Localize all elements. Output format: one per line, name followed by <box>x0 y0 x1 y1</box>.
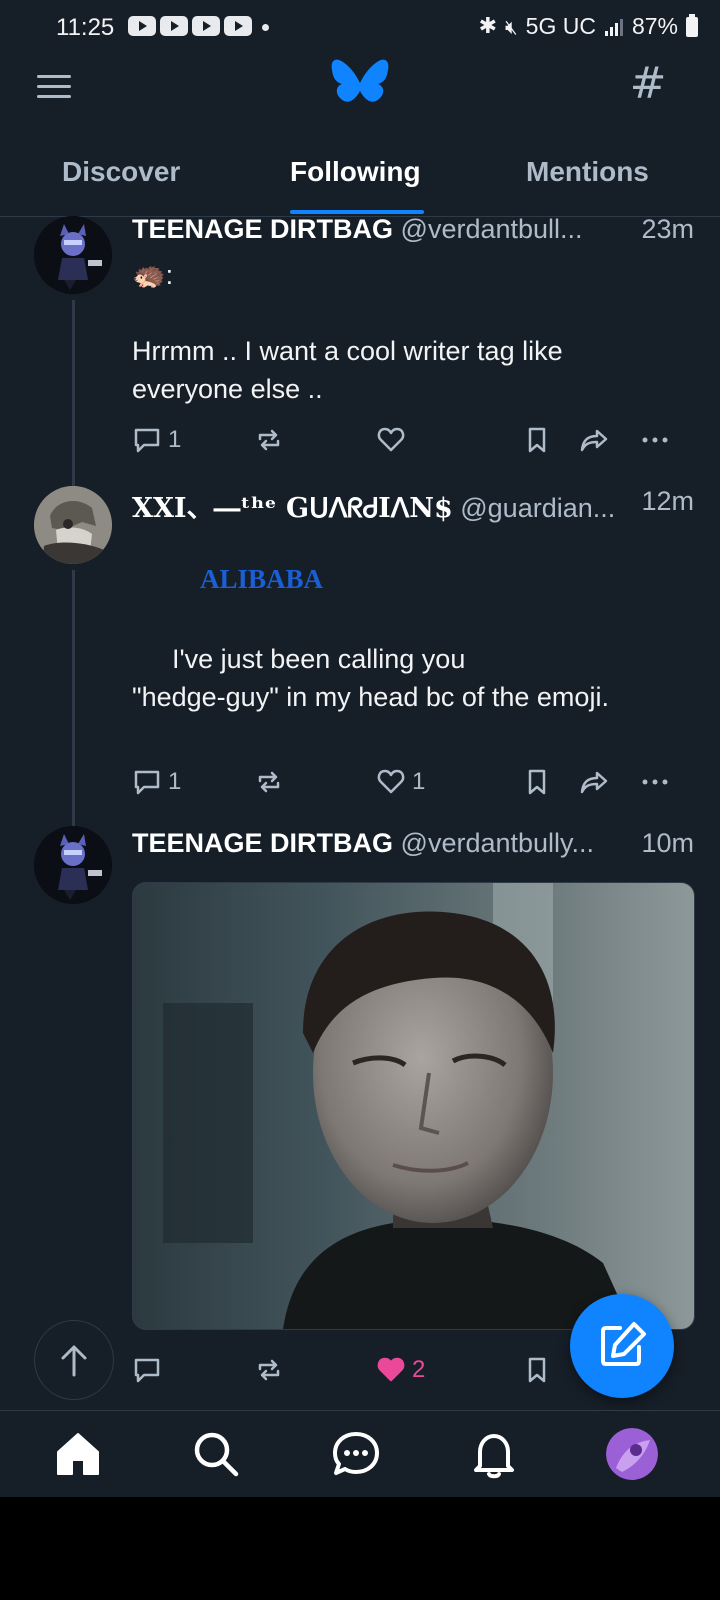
nav-divider <box>0 1410 720 1411</box>
battery-label: 87% <box>631 13 678 39</box>
more-icon <box>642 437 668 443</box>
reply-icon <box>134 428 160 453</box>
bookmark-button[interactable] <box>522 420 552 460</box>
home-icon[interactable] <box>52 1428 104 1480</box>
post-banner-text: ALIBABA <box>200 564 324 594</box>
tab-following[interactable]: Following <box>290 156 421 188</box>
post-text-line-1: I've just been calling you <box>172 644 466 674</box>
author-handle[interactable]: @guardian... <box>460 493 615 523</box>
youtube-icon <box>128 16 156 36</box>
arrow-up-icon <box>61 1345 87 1377</box>
thread-line <box>72 478 75 486</box>
feed-tabs: Discover Following Mentions <box>0 146 720 217</box>
like-count: 1 <box>412 768 426 795</box>
reply-count: 1 <box>168 426 182 453</box>
repost-button[interactable] <box>254 1350 290 1390</box>
youtube-icon <box>224 16 252 36</box>
heart-icon <box>377 769 405 794</box>
post-time[interactable]: 10m <box>641 828 694 859</box>
bluetooth-icon: ✱ <box>478 14 498 39</box>
post-header: TEENAGE DIRTBAG @verdantbull... <box>132 214 583 245</box>
post-actions: 1 <box>132 420 692 460</box>
reply-button[interactable] <box>132 1350 168 1390</box>
scroll-to-top-button[interactable] <box>34 1320 114 1400</box>
share-button[interactable] <box>578 420 610 460</box>
post-header: TEENAGE DIRTBAG @verdantbully... <box>132 828 594 859</box>
mute-icon: 🔇︎ <box>505 14 518 39</box>
thread-line <box>72 570 75 818</box>
bookmark-icon <box>528 427 546 453</box>
avatar[interactable] <box>34 826 112 904</box>
post-emoji-line: 🦔: <box>132 260 174 290</box>
compose-icon <box>601 1322 646 1366</box>
reply-icon <box>134 770 160 795</box>
signal-icon <box>604 18 623 36</box>
status-right: ✱ 🔇︎ 5G UC 87% <box>479 13 698 40</box>
repost-button[interactable] <box>254 420 290 460</box>
repost-icon <box>258 1359 280 1381</box>
post-actions: 1 1 <box>132 762 692 802</box>
menu-icon[interactable] <box>34 67 74 107</box>
reply-icon <box>134 1358 160 1383</box>
like-button[interactable] <box>376 420 412 460</box>
bookmark-button[interactable] <box>522 762 552 802</box>
share-icon <box>580 771 608 794</box>
post-text: Hrrmm .. I want a cool writer tag like e… <box>132 336 563 404</box>
gif-image[interactable] <box>132 882 695 1330</box>
post-text-line-2: "hedge-guy" in my head bc of the emoji. <box>132 682 609 712</box>
repost-button[interactable] <box>254 762 290 802</box>
author-handle[interactable]: @verdantbull... <box>401 214 583 244</box>
post-time[interactable]: 12m <box>641 486 694 517</box>
more-icon <box>642 779 668 785</box>
author-handle[interactable]: @verdantbully... <box>401 828 595 858</box>
repost-icon <box>258 429 280 451</box>
tab-discover[interactable]: Discover <box>62 156 180 188</box>
butterfly-logo[interactable] <box>330 58 390 112</box>
reply-button[interactable]: 1 <box>132 762 181 802</box>
bell-icon[interactable] <box>468 1428 520 1480</box>
search-icon[interactable] <box>190 1428 242 1480</box>
bookmark-button[interactable] <box>522 1350 552 1390</box>
tab-mentions[interactable]: Mentions <box>526 156 649 188</box>
chat-icon[interactable] <box>330 1428 382 1480</box>
bookmark-icon <box>528 769 546 795</box>
top-bar: # <box>0 52 720 132</box>
youtube-icon <box>160 16 188 36</box>
thread-line <box>72 818 75 826</box>
system-navigation-bar <box>0 1497 720 1600</box>
post-time[interactable]: 23m <box>641 214 694 245</box>
thread-line <box>72 300 75 478</box>
reply-count: 1 <box>168 768 182 795</box>
bottom-nav <box>0 1420 720 1496</box>
status-bar: 11:25 ✱ 🔇︎ 5G UC 87% <box>0 0 720 52</box>
hashtag-icon[interactable]: # <box>628 62 668 106</box>
like-button[interactable]: 1 <box>376 762 425 802</box>
youtube-icon <box>192 16 220 36</box>
share-icon <box>580 429 608 452</box>
status-time: 11:25 <box>56 14 115 41</box>
like-count: 2 <box>412 1356 426 1383</box>
more-button[interactable] <box>640 420 670 460</box>
notification-dot <box>262 24 269 31</box>
heart-icon <box>377 427 405 452</box>
author-name[interactable]: XXI、―ᵗʰᵉ GᑌᐱᖇᏧIᐱN$ <box>132 493 453 524</box>
network-label: 5G UC <box>525 13 596 39</box>
compose-button[interactable] <box>570 1294 674 1398</box>
reply-button[interactable]: 1 <box>132 420 181 460</box>
bookmark-icon <box>528 1357 546 1383</box>
heart-filled-icon <box>377 1357 405 1382</box>
repost-icon <box>258 771 280 793</box>
like-button[interactable]: 2 <box>376 1350 425 1390</box>
avatar[interactable] <box>34 486 112 564</box>
author-name[interactable]: TEENAGE DIRTBAG <box>132 214 393 244</box>
author-name[interactable]: TEENAGE DIRTBAG <box>132 828 393 858</box>
more-button[interactable] <box>640 762 670 802</box>
profile-avatar[interactable] <box>606 1428 658 1480</box>
post-header: XXI、―ᵗʰᵉ GᑌᐱᖇᏧIᐱN$ @guardian... <box>132 486 615 525</box>
battery-icon <box>686 13 698 37</box>
share-button[interactable] <box>578 762 610 802</box>
avatar[interactable] <box>34 216 112 294</box>
